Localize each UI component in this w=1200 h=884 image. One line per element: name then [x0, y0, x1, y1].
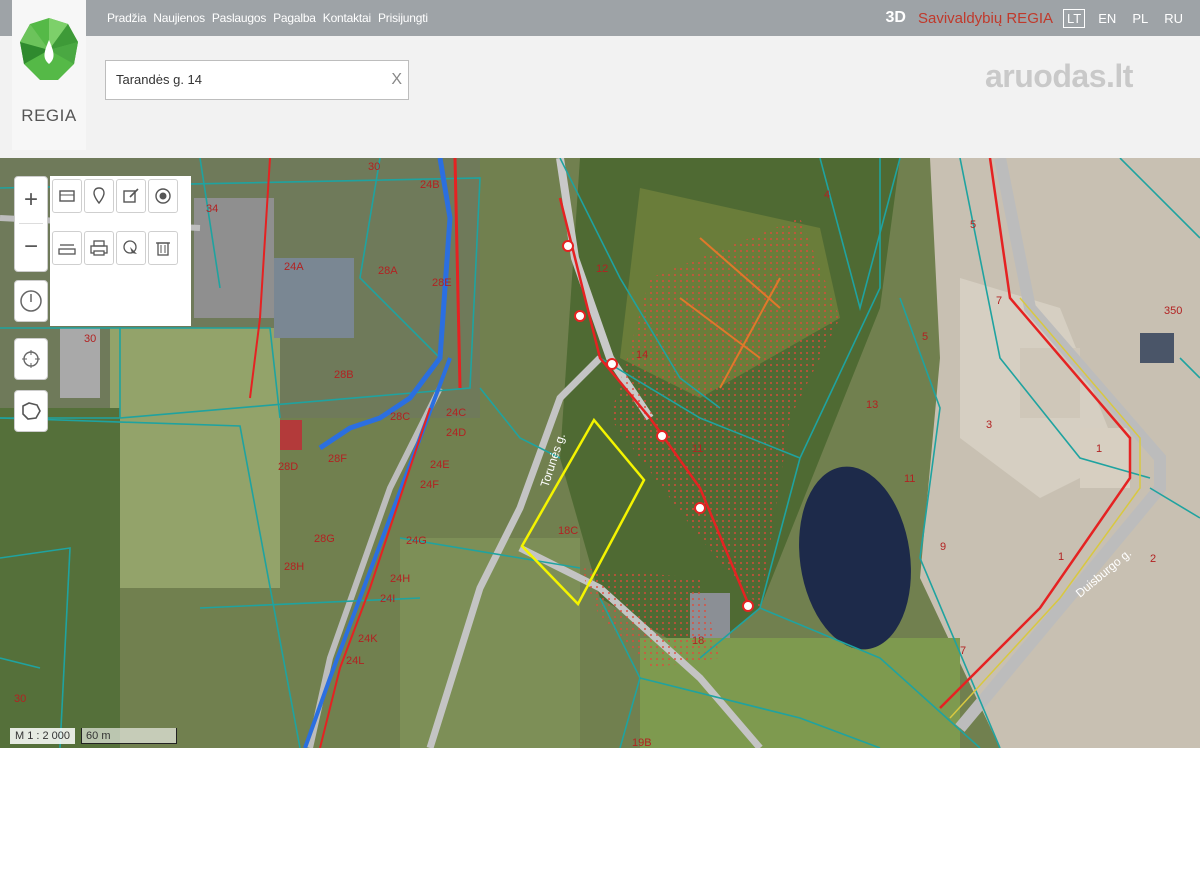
parcel-label: 34 — [206, 203, 218, 215]
parcel-label: 24H — [390, 573, 410, 585]
lang-ru[interactable]: RU — [1161, 10, 1186, 27]
lang-lt[interactable]: LT — [1063, 8, 1086, 28]
parcel-label: 24K — [358, 633, 378, 645]
nav-item-prisijungti[interactable]: Prisijungti — [378, 11, 428, 25]
parcel-label: 28E — [432, 277, 452, 289]
parcel-label: 28C — [390, 411, 410, 423]
lang-en[interactable]: EN — [1095, 10, 1119, 27]
parcel-label: 7 — [960, 645, 966, 657]
brand-link[interactable]: Savivaldybių REGIA — [918, 10, 1053, 27]
parcel-label: 30 — [84, 333, 96, 345]
logo[interactable]: REGIA — [12, 0, 86, 150]
compass-icon — [20, 290, 42, 312]
extent-button[interactable] — [14, 390, 48, 432]
clear-search-button[interactable]: X — [391, 71, 402, 89]
parcel-label: 24A — [284, 261, 304, 273]
parcel-label: 24E — [430, 459, 450, 471]
parcel-label: 5 — [922, 331, 928, 343]
parcel-label: 18 — [692, 635, 704, 647]
parcel-label: 1 — [1096, 443, 1102, 455]
parcel-label: 28A — [378, 265, 398, 277]
parcel-label: 14 — [636, 349, 648, 361]
parcel-label: 28H — [284, 561, 304, 573]
parcel-label: 28D — [278, 461, 298, 473]
nav-item-pradzia[interactable]: Pradžia — [107, 11, 146, 25]
nav-item-naujienos[interactable]: Naujienos — [153, 11, 205, 25]
layers-button[interactable] — [52, 179, 82, 213]
nav-item-pagalba[interactable]: Pagalba — [273, 11, 316, 25]
parcel-label: 24D — [446, 427, 466, 439]
edit-button[interactable] — [116, 179, 146, 213]
scale-ratio: M 1 : 2 000 — [10, 728, 76, 744]
search-box: X — [105, 60, 409, 100]
marker-button[interactable] — [84, 179, 114, 213]
measure-distance-button[interactable] — [52, 231, 82, 265]
parcel-label: 28G — [314, 533, 335, 545]
parcel-label: 5 — [970, 219, 976, 231]
print-icon — [90, 240, 108, 256]
parcel-label: 7 — [996, 295, 1002, 307]
ruler-icon — [58, 244, 76, 255]
parcel-label: 12 — [596, 263, 608, 275]
parcel-label: 11 — [692, 443, 703, 455]
target-icon — [155, 188, 171, 204]
zoom-in-button[interactable]: + — [15, 177, 47, 223]
locate-button[interactable] — [14, 338, 48, 380]
top-navbar: Pradžia Naujienos Paslaugos Pagalba Kont… — [0, 0, 1200, 36]
search-input[interactable] — [114, 71, 388, 88]
parcel-label: 24G — [406, 535, 427, 547]
aruodas-watermark: aruodas.lt — [985, 58, 1133, 94]
parcel-label: 9 — [940, 541, 946, 553]
parcel-label: 350 — [1164, 305, 1182, 317]
nav-item-kontaktai[interactable]: Kontaktai — [323, 11, 371, 25]
right-nav: 3D Savivaldybių REGIA LT EN PL RU — [886, 0, 1186, 36]
parcel-label: 19B — [632, 737, 652, 748]
regia-logo-icon — [20, 18, 78, 80]
marker-icon — [93, 187, 105, 205]
nav-item-paslaugos[interactable]: Paslaugos — [212, 11, 266, 25]
parcel-label: 24L — [346, 655, 364, 667]
delete-button[interactable] — [148, 231, 178, 265]
parcel-label: 2 — [1150, 553, 1156, 565]
parcel-label: 24F — [420, 479, 439, 491]
parcel-label: 13 — [866, 399, 878, 411]
parcel-label: 24B — [420, 179, 440, 191]
parcel-label: 3 — [986, 419, 992, 431]
layers-icon — [59, 190, 75, 202]
3d-button[interactable]: 3D — [886, 9, 906, 27]
parcel-label: 28B — [334, 369, 354, 381]
parcel-label: 30 — [368, 161, 380, 173]
edit-icon — [123, 188, 139, 203]
parcel-label: 24I — [380, 593, 395, 605]
lang-pl[interactable]: PL — [1129, 10, 1151, 27]
parcel-label: 28F — [328, 453, 347, 465]
parcel-label: 24C — [446, 407, 466, 419]
parcel-label: 11 — [904, 473, 915, 485]
trash-icon — [156, 242, 170, 256]
map-outline-icon — [22, 402, 41, 420]
scale-indicator: M 1 : 2 000 60 m — [10, 726, 178, 746]
record-button[interactable] — [148, 179, 178, 213]
scale-bar: 60 m — [81, 728, 178, 744]
print-button[interactable] — [84, 231, 114, 265]
parcel-label: 30 — [14, 693, 26, 705]
zoom-control: + − — [14, 176, 48, 272]
compass-button[interactable] — [14, 280, 48, 322]
tools-panel — [50, 176, 191, 326]
identify-button[interactable] — [116, 231, 146, 265]
selected-parcel-label: 18C — [558, 525, 578, 537]
parcel-label: 4 — [824, 189, 830, 201]
crosshair-icon — [22, 350, 40, 368]
logo-text: REGIA — [21, 106, 77, 125]
zoom-out-button[interactable]: − — [15, 224, 47, 270]
parcel-label: 1 — [1058, 551, 1064, 563]
main-nav: Pradžia Naujienos Paslaugos Pagalba Kont… — [107, 0, 428, 36]
pointer-icon — [123, 240, 137, 254]
